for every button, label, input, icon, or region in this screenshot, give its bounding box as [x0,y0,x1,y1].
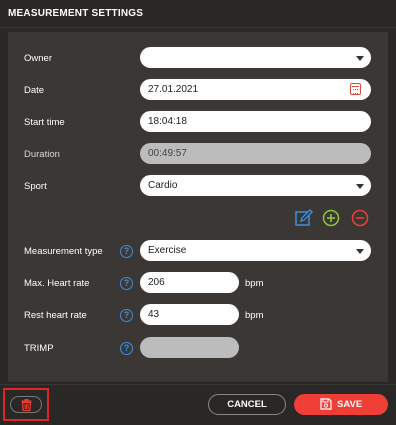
max-heart-rate-value: 206 [148,277,165,288]
rest-heart-rate-unit: bpm [245,310,264,321]
chevron-down-icon [356,249,364,254]
date-label: Date [24,85,45,96]
date-value: 27.01.2021 [148,84,199,95]
measurement-type-select[interactable]: Exercise [140,240,371,261]
max-heart-rate-label: Max. Heart rate [24,278,90,289]
rest-heart-rate-value: 43 [148,309,160,320]
measurement-type-label: Measurement type [24,246,103,257]
max-heart-rate-field[interactable]: 206 [140,272,239,293]
sport-value: Cardio [148,180,178,191]
start-time-value: 18:04:18 [148,116,187,127]
duration-field: 00:49:57 [140,143,371,164]
rest-heart-rate-label: Rest heart rate [24,310,87,321]
help-icon[interactable]: ? [120,277,133,290]
max-heart-rate-unit: bpm [245,278,264,289]
owner-label: Owner [24,53,52,64]
calendar-icon[interactable] [350,83,361,95]
trash-icon [21,399,32,411]
dialog-title: MEASUREMENT SETTINGS [8,8,144,19]
owner-select[interactable] [140,47,371,68]
start-time-field[interactable]: 18:04:18 [140,111,371,132]
edit-icon[interactable] [295,209,313,227]
trimp-label: TRIMP [24,343,54,354]
sport-select[interactable]: Cardio [140,175,371,196]
dialog-header: MEASUREMENT SETTINGS [0,0,396,28]
help-icon[interactable]: ? [120,245,133,258]
help-icon[interactable]: ? [120,309,133,322]
plus-circle-icon[interactable] [322,209,340,227]
duration-value: 00:49:57 [148,148,187,159]
date-field[interactable]: 27.01.2021 [140,79,371,100]
measurement-type-value: Exercise [148,245,187,256]
footer-divider [0,384,396,385]
help-icon[interactable]: ? [120,342,133,355]
sport-label: Sport [24,181,47,192]
rest-heart-rate-field[interactable]: 43 [140,304,239,325]
floppy-disk-icon [320,398,332,410]
delete-highlight [3,388,49,421]
duration-label: Duration [24,149,60,160]
chevron-down-icon [356,56,364,61]
save-button[interactable]: SAVE [294,394,388,415]
save-label: SAVE [337,399,363,410]
cancel-button[interactable]: CANCEL [208,394,286,415]
delete-button[interactable] [10,396,42,413]
minus-circle-icon[interactable] [351,209,369,227]
start-time-label: Start time [24,117,65,128]
chevron-down-icon [356,184,364,189]
trimp-field [140,337,239,358]
